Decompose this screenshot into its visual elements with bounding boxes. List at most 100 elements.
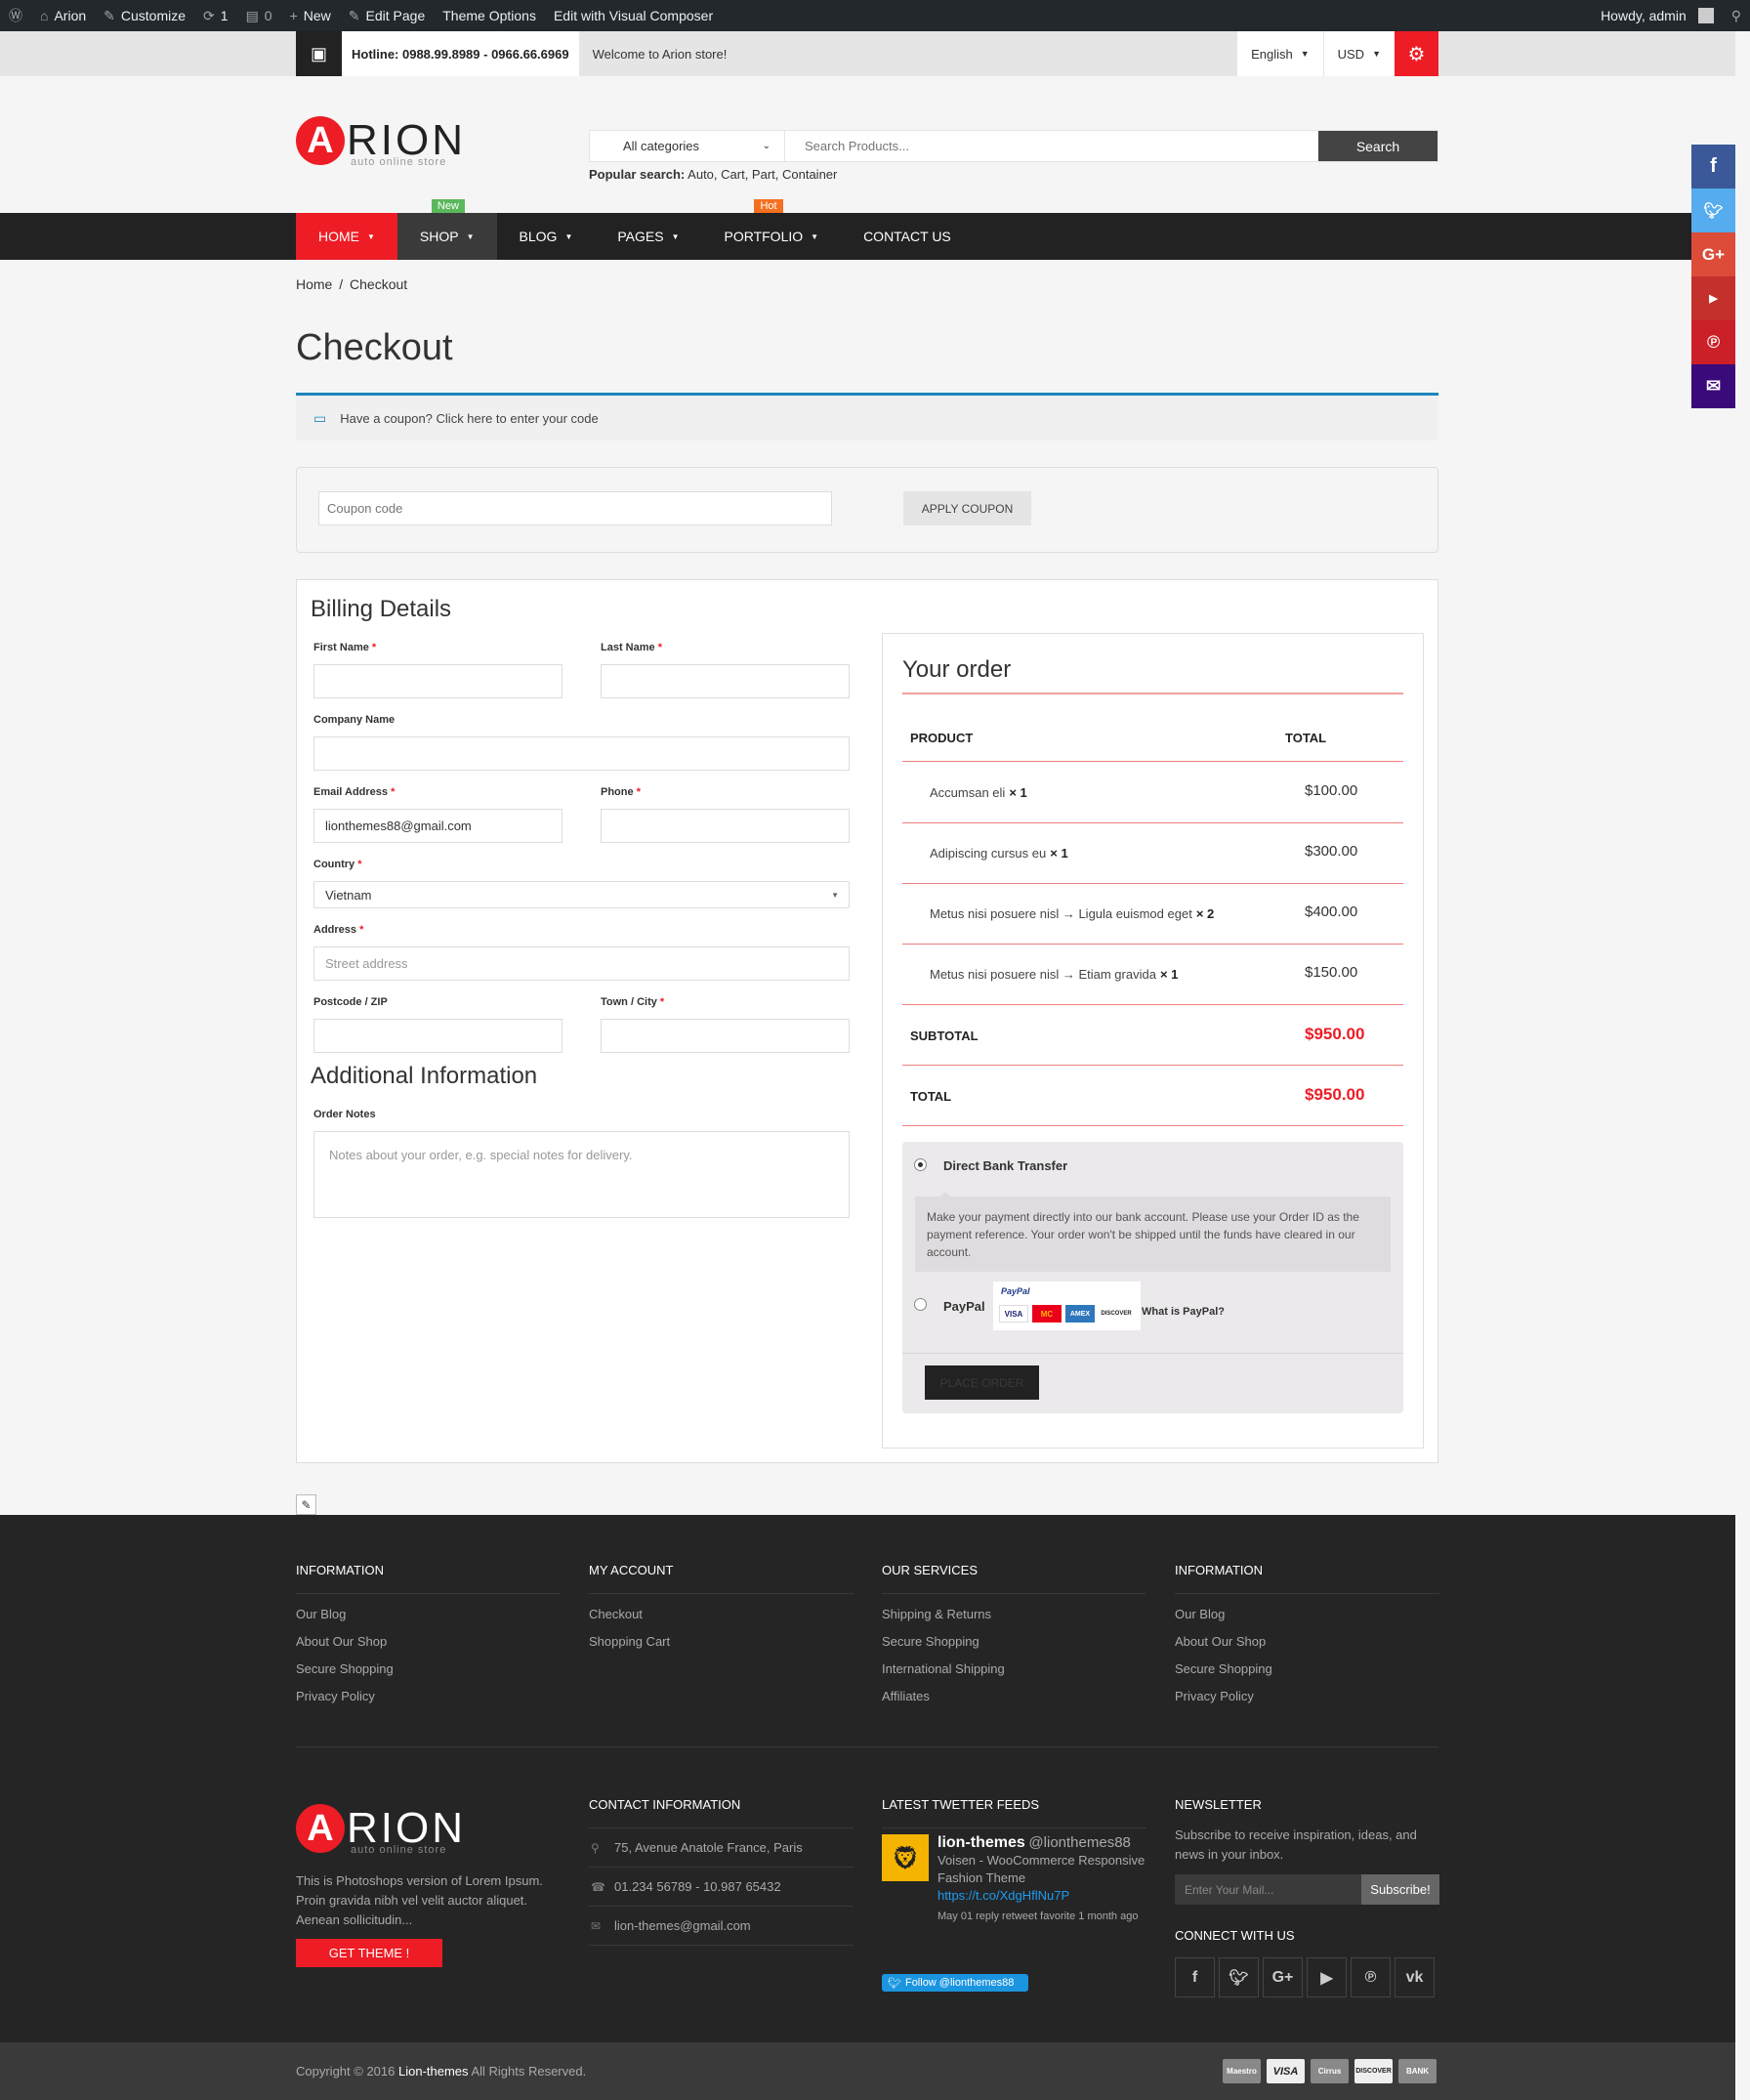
nav-item-home[interactable]: HOME ▼ [296,213,397,260]
address-field[interactable]: Street address [313,946,850,981]
paypal-radio[interactable] [914,1298,927,1311]
newsletter-email-input[interactable]: Enter Your Mail... [1175,1874,1361,1905]
town-field[interactable] [601,1019,850,1053]
divider [902,822,1403,823]
footer-link[interactable]: Secure Shopping [1175,1661,1439,1676]
phone-book-icon: ▣ [296,31,342,76]
email-field[interactable]: lionthemes88@gmail.com [313,809,562,843]
updates-link[interactable]: ⟳ 1 [194,0,237,31]
company-field[interactable] [313,736,850,771]
footer-link[interactable]: Checkout [589,1607,854,1621]
brand-link[interactable]: Lion-themes [398,2064,469,2079]
map-pin-icon: ⚲ [591,1840,600,1855]
footer-link[interactable]: About Our Shop [1175,1634,1439,1649]
youtube-icon[interactable]: ▶ [1691,276,1735,320]
bank-transfer-radio[interactable] [914,1158,927,1171]
last-name-field[interactable] [601,664,850,698]
nav-item-contact[interactable]: CONTACT US [841,213,974,260]
twitter-follow-button[interactable]: 🐦︎ Follow @lionthemes88 [882,1974,1028,1992]
footer-link[interactable]: Our Blog [296,1607,561,1621]
apply-coupon-button[interactable]: APPLY COUPON [903,491,1031,525]
facebook-icon[interactable]: f [1691,145,1735,189]
nav-item-pages[interactable]: PAGES ▼ [595,213,701,260]
vk-icon[interactable]: vk [1395,1957,1435,1997]
new-badge: New [431,199,465,213]
popular-search-terms[interactable]: Auto, Cart, Part, Container [688,167,837,182]
footer-link[interactable]: About Our Shop [296,1634,561,1649]
google-plus-icon[interactable]: G+ [1263,1957,1303,1997]
google-plus-icon[interactable]: G+ [1691,232,1735,276]
footer-link[interactable]: Secure Shopping [882,1634,1146,1649]
paypal-label[interactable]: PayPal [943,1299,985,1314]
payment-methods: Direct Bank Transfer Make your payment d… [902,1142,1403,1413]
coupon-notice[interactable]: ▭ Have a coupon? Click here to enter you… [296,393,1438,441]
first-name-field[interactable] [313,664,562,698]
site-logo[interactable]: A RION auto online store [296,116,466,168]
nav-item-shop[interactable]: New SHOP ▼ [396,199,497,260]
footer-twitter-title: LATEST TWETTER FEEDS [882,1797,1146,1828]
edit-page-link[interactable]: ✎ Edit Page [340,0,434,31]
footer-link[interactable]: Privacy Policy [296,1689,561,1703]
order-item-name: Metus nisi posuere nisl → Etiam gravida ×… [930,967,1179,982]
customize-link[interactable]: ✎ Customize [95,0,194,31]
subscribe-button[interactable]: Subscribe! [1361,1874,1439,1905]
get-theme-button[interactable]: GET THEME ! [296,1939,442,1967]
tweet-link[interactable]: https://t.co/XdgHflNu7P [938,1887,1146,1905]
twitter-icon[interactable]: 🐦︎ [1219,1957,1259,1997]
order-item-name: Metus nisi posuere nisl → Ligula euismod… [930,906,1215,921]
pinterest-icon[interactable]: ℗ [1691,320,1735,364]
nav-item-portfolio[interactable]: Hot PORTFOLIO ▼ [701,199,841,260]
total-value: $950.00 [1305,1085,1365,1104]
admin-search-button[interactable]: ⚲ [1723,0,1750,31]
comment-icon: ▤ [245,7,259,23]
order-notes-textarea[interactable]: Notes about your order, e.g. special not… [313,1131,850,1218]
home-icon: ⌂ [40,8,49,23]
postcode-field[interactable] [313,1019,562,1053]
what-is-paypal-link[interactable]: What is PayPal? [1142,1306,1225,1318]
edit-pencil-button[interactable]: ✎ [296,1494,316,1515]
search-input[interactable] [785,131,1318,161]
site-name-link[interactable]: ⌂ Arion [31,0,95,31]
footer-col-my-account: MY ACCOUNT Checkout Shopping Cart [589,1563,854,1649]
edit-vc-link[interactable]: Edit with Visual Composer [545,0,722,31]
footer-link[interactable]: Shopping Cart [589,1634,854,1649]
order-item-total: $400.00 [1305,903,1358,920]
settings-gear-button[interactable]: ⚙ [1395,31,1438,76]
footer-logo[interactable]: A RION auto online store [296,1804,466,1856]
mail-icon[interactable]: ✉ [1691,364,1735,408]
account-menu[interactable]: Howdy, admin [1592,0,1723,31]
footer-newsletter: NEWSLETTER Subscribe to receive inspirat… [1175,1797,1439,1997]
footer-link[interactable]: International Shipping [882,1661,1146,1676]
country-select[interactable]: Vietnam ▼ [313,881,850,908]
footer-link[interactable]: Our Blog [1175,1607,1439,1621]
new-content-link[interactable]: + New [281,0,340,31]
footer-link[interactable]: Privacy Policy [1175,1689,1439,1703]
youtube-icon[interactable]: ▶ [1307,1957,1347,1997]
footer-link[interactable]: Secure Shopping [296,1661,561,1676]
twitter-icon[interactable]: 🐦︎ [1691,189,1735,232]
phone-field[interactable] [601,809,850,843]
category-select[interactable]: All categories ⌄ [590,131,785,161]
search-button[interactable]: Search [1318,131,1438,161]
footer-col-information: INFORMATION Our Blog About Our Shop Secu… [296,1563,561,1703]
footer-link[interactable]: Affiliates [882,1689,1146,1703]
order-item-total: $300.00 [1305,843,1358,860]
wordpress-logo-button[interactable]: Ⓦ [0,0,31,31]
comments-link[interactable]: ▤ 0 [237,0,281,31]
divider [902,883,1403,884]
nav-item-blog[interactable]: BLOG ▼ [497,213,596,260]
place-order-button[interactable]: PLACE ORDER [925,1365,1039,1400]
coupon-code-input[interactable] [318,491,832,525]
footer-link[interactable]: Shipping & Returns [882,1607,1146,1621]
tweet-author[interactable]: lion-themes [938,1834,1025,1851]
facebook-icon[interactable]: f [1175,1957,1215,1997]
admin-bar: Ⓦ ⌂ Arion ✎ Customize ⟳ 1 ▤ 0 + New ✎ Edit Pag… [0,0,1750,31]
breadcrumb-home-link[interactable]: Home [296,276,332,292]
contact-email[interactable]: ✉ lion-themes@gmail.com [589,1907,854,1946]
language-switcher[interactable]: English ▼ [1236,31,1323,76]
footer-contact-info: CONTACT INFORMATION ⚲ 75, Avenue Anatole … [589,1797,854,1946]
pinterest-icon[interactable]: ℗ [1351,1957,1391,1997]
bank-transfer-label[interactable]: Direct Bank Transfer [943,1158,1067,1173]
theme-options-link[interactable]: Theme Options [434,0,545,31]
currency-switcher[interactable]: USD ▼ [1322,31,1395,76]
